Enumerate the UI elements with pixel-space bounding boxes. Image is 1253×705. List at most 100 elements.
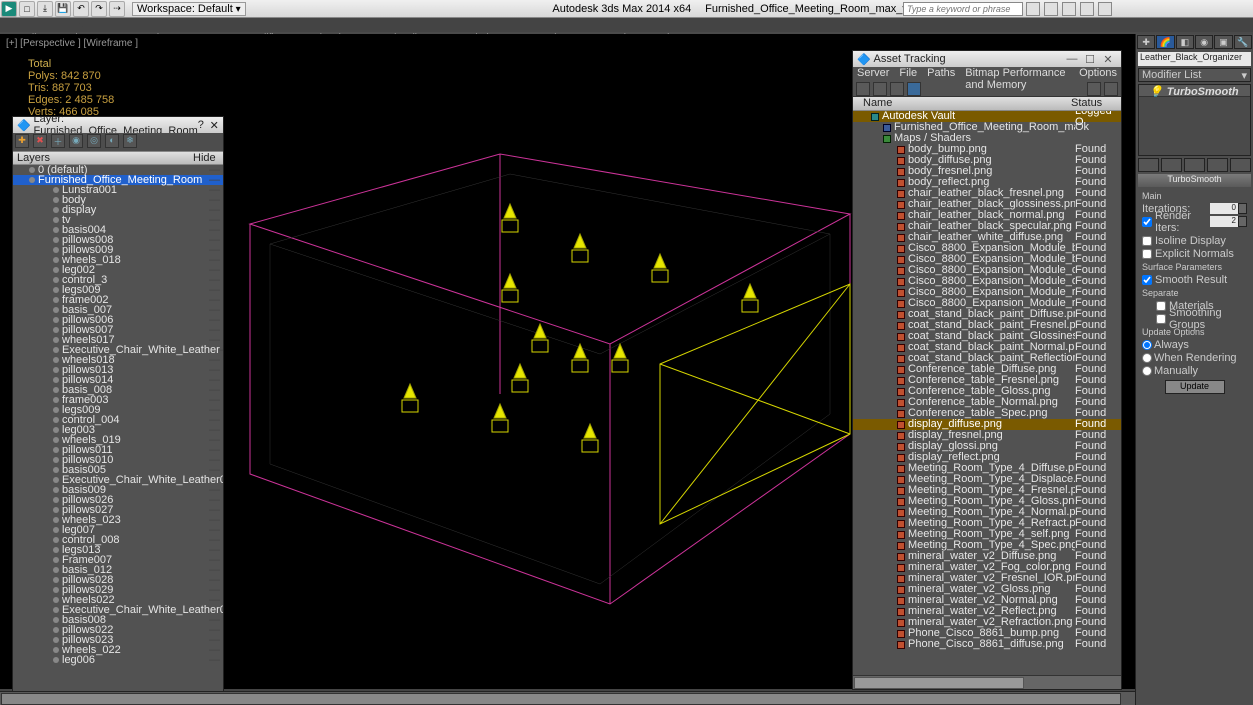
search-icon[interactable]: [1026, 2, 1040, 16]
layer-row[interactable]: wheels_018—: [13, 255, 223, 265]
table-icon[interactable]: [907, 82, 921, 96]
hierarchy-tab-icon[interactable]: ◧: [1176, 35, 1194, 49]
viewport-hscroll[interactable]: [0, 691, 1135, 705]
layer-row[interactable]: wheels_019—: [13, 435, 223, 445]
asset-row[interactable]: Furnished_Office_Meeting_Room_max_vray.m…: [853, 122, 1121, 133]
update-always-radio[interactable]: [1142, 340, 1152, 350]
layer-row[interactable]: basis_007—: [13, 305, 223, 315]
undo-icon[interactable]: ↶: [73, 1, 89, 17]
layer-row[interactable]: display—: [13, 205, 223, 215]
add-sel-icon[interactable]: ＋: [51, 134, 65, 148]
help-icon[interactable]: [1098, 2, 1112, 16]
layer-row[interactable]: pillows028—: [13, 575, 223, 585]
render-iters-spinner[interactable]: 2: [1210, 216, 1238, 227]
layer-row[interactable]: Executive_Chair_White_Leather005—: [13, 605, 223, 615]
layer-row[interactable]: legs013—: [13, 545, 223, 555]
unique-icon[interactable]: [1184, 158, 1205, 172]
select-child-icon[interactable]: ◎: [87, 134, 101, 148]
layer-row[interactable]: pillows029—: [13, 585, 223, 595]
layer-row[interactable]: frame003—: [13, 395, 223, 405]
smgroups-check[interactable]: [1156, 314, 1166, 324]
modifier-list-dropdown[interactable]: Modifier List▾: [1138, 68, 1251, 82]
select-hl-icon[interactable]: ◉: [69, 134, 83, 148]
asset-menu-item[interactable]: Options: [1079, 67, 1117, 81]
iterations-spinner[interactable]: 0: [1210, 203, 1238, 214]
layer-row[interactable]: control_3—: [13, 275, 223, 285]
utilities-tab-icon[interactable]: 🔧: [1234, 35, 1252, 49]
close-icon[interactable]: ✕: [1099, 53, 1117, 66]
motion-tab-icon[interactable]: ◉: [1195, 35, 1213, 49]
layer-row[interactable]: pillows014—: [13, 375, 223, 385]
asset-menu-item[interactable]: Server: [857, 67, 889, 81]
pin-stack-icon[interactable]: [1138, 158, 1159, 172]
exchange-icon[interactable]: [1062, 2, 1076, 16]
explicit-check[interactable]: [1142, 249, 1152, 259]
asset-menu-item[interactable]: File: [899, 67, 917, 81]
link-icon[interactable]: ⇢: [109, 1, 125, 17]
hide-icon[interactable]: ◐: [105, 134, 119, 148]
layer-row[interactable]: pillows022—: [13, 625, 223, 635]
workspace-dropdown[interactable]: Workspace: Default ▾: [132, 2, 246, 16]
layer-row[interactable]: pillows007—: [13, 325, 223, 335]
new-layer-icon[interactable]: ✚: [15, 134, 29, 148]
status-icon[interactable]: [873, 82, 887, 96]
layer-row[interactable]: legs009—: [13, 285, 223, 295]
layer-row[interactable]: frame002—: [13, 295, 223, 305]
col-name[interactable]: Name: [853, 97, 1071, 110]
layer-row[interactable]: Frame007—: [13, 555, 223, 565]
layer-row[interactable]: wheels018—: [13, 355, 223, 365]
search-input[interactable]: [903, 2, 1023, 16]
asset-menu-item[interactable]: Paths: [927, 67, 955, 81]
layer-row[interactable]: basis009—: [13, 485, 223, 495]
maximize-icon[interactable]: ☐: [38, 18, 62, 32]
layer-row[interactable]: basis004—: [13, 225, 223, 235]
minimize-icon[interactable]: —: [1063, 53, 1081, 65]
layer-row[interactable]: control_008—: [13, 535, 223, 545]
col-status[interactable]: Status: [1071, 97, 1121, 110]
freeze-icon[interactable]: ❄: [123, 134, 137, 148]
layer-row[interactable]: leg006—: [13, 655, 223, 665]
col-layers[interactable]: Layers: [13, 152, 193, 164]
display-tab-icon[interactable]: ▣: [1214, 35, 1232, 49]
asset-row[interactable]: Phone_Cisco_8861_diffuse.pngFound: [853, 639, 1121, 650]
isoline-check[interactable]: [1142, 236, 1152, 246]
viewport-label[interactable]: [+] [Perspective ] [Wireframe ]: [6, 38, 138, 49]
turbosmooth-rollout[interactable]: TurboSmooth: [1138, 174, 1251, 187]
asset-menu[interactable]: ServerFilePathsBitmap Performance and Me…: [853, 67, 1121, 81]
layers-list[interactable]: 0 (default)—Furnished_Office_Meeting_Roo…: [13, 165, 223, 691]
layer-row[interactable]: pillows026—: [13, 495, 223, 505]
smooth-result-check[interactable]: [1142, 275, 1152, 285]
layer-row[interactable]: control_004—: [13, 415, 223, 425]
open-icon[interactable]: ⤓: [37, 1, 53, 17]
layer-row[interactable]: Executive_Chair_White_Leather001—: [13, 475, 223, 485]
layer-row[interactable]: pillows006—: [13, 315, 223, 325]
layer-row[interactable]: wheels_023—: [13, 515, 223, 525]
subscription-icon[interactable]: [1044, 2, 1058, 16]
layer-row[interactable]: pillows010—: [13, 455, 223, 465]
config-icon[interactable]: [1230, 158, 1251, 172]
layer-row[interactable]: wheels_022—: [13, 645, 223, 655]
close-icon[interactable]: ✕: [68, 18, 92, 32]
render-iters-check[interactable]: [1142, 217, 1152, 227]
show-end-icon[interactable]: [1161, 158, 1182, 172]
maximize-icon[interactable]: ☐: [1081, 53, 1099, 66]
asset-hscroll[interactable]: [853, 675, 1121, 689]
delete-layer-icon[interactable]: ✖: [33, 134, 47, 148]
layer-row[interactable]: basis008—: [13, 615, 223, 625]
col-hide[interactable]: Hide: [193, 152, 223, 164]
remove-mod-icon[interactable]: [1207, 158, 1228, 172]
asset-titlebar[interactable]: 🔷 Asset Tracking — ☐ ✕: [853, 51, 1121, 67]
redo-icon[interactable]: ↷: [91, 1, 107, 17]
tree-icon[interactable]: [890, 82, 904, 96]
app-menu-icon[interactable]: ▶: [1, 1, 17, 17]
help-icon[interactable]: ?: [198, 119, 204, 131]
favorite-icon[interactable]: [1080, 2, 1094, 16]
refresh-icon[interactable]: [856, 82, 870, 96]
minimize-icon[interactable]: —: [8, 18, 32, 32]
help-icon[interactable]: [1104, 82, 1118, 96]
update-button[interactable]: Update: [1165, 380, 1225, 394]
layer-row[interactable]: Executive_Chair_White_Leather—: [13, 345, 223, 355]
layer-row[interactable]: Furnished_Office_Meeting_Room—: [13, 175, 223, 185]
object-name-field[interactable]: Leather_Black_Organizer: [1138, 52, 1251, 66]
materials-check[interactable]: [1156, 301, 1166, 311]
